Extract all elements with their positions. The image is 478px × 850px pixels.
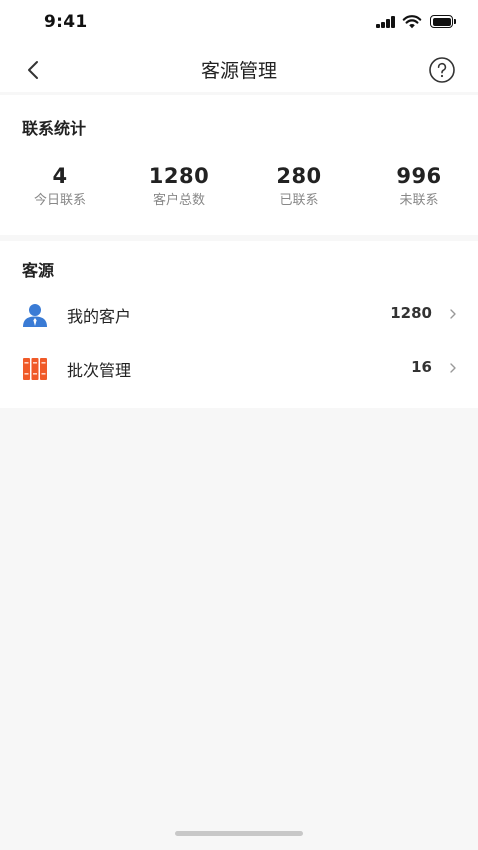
stat-value: 280	[276, 164, 322, 188]
contact-stats-card: 联系统计 4 今日联系 1280 客户总数 280 已联系 996 未联系	[0, 95, 478, 235]
stat-total-customers[interactable]: 1280 客户总数	[119, 161, 239, 211]
stat-label: 客户总数	[152, 193, 205, 208]
binders-icon	[23, 358, 47, 380]
list-item-label: 我的客户	[67, 307, 132, 326]
home-indicator[interactable]	[175, 831, 303, 836]
help-button[interactable]	[428, 56, 456, 84]
person-icon	[23, 304, 47, 327]
stat-value: 996	[396, 164, 442, 188]
battery-icon	[430, 15, 456, 28]
list-item-my-customers[interactable]: 我的客户 1280	[0, 287, 478, 341]
customer-source-card: 客源 我的客户 1280 批次管理 16	[0, 241, 478, 408]
stats-row: 4 今日联系 1280 客户总数 280 已联系 996 未联系	[0, 161, 478, 221]
wifi-icon	[402, 15, 422, 29]
stat-label: 未联系	[399, 193, 439, 208]
status-bar: 9:41	[0, 0, 478, 46]
list-item-batch-management[interactable]: 批次管理 16	[0, 341, 478, 395]
stats-section-title: 联系统计	[22, 119, 87, 138]
list-item-count: 1280	[390, 304, 432, 322]
list-item-label: 批次管理	[67, 361, 132, 380]
stat-today-contacted[interactable]: 4 今日联系	[0, 161, 120, 211]
app-screen: 9:41 客源管理 联系统计 4 今日联系 1280 客户总数 280 已联系 …	[0, 0, 478, 850]
chevron-right-icon	[450, 363, 456, 373]
question-circle-icon	[429, 57, 455, 83]
chevron-right-icon	[450, 309, 456, 319]
stat-contacted[interactable]: 280 已联系	[239, 161, 359, 211]
list-item-count: 16	[411, 358, 432, 376]
stat-label: 今日联系	[33, 193, 86, 208]
page-title: 客源管理	[200, 60, 277, 82]
status-time: 9:41	[44, 12, 88, 32]
stat-not-contacted[interactable]: 996 未联系	[359, 161, 478, 211]
stat-value: 1280	[148, 164, 210, 188]
nav-bar: 客源管理	[0, 46, 478, 92]
cellular-signal-icon	[376, 16, 396, 28]
stat-label: 已联系	[279, 193, 319, 208]
stat-value: 4	[52, 164, 68, 188]
source-section-title: 客源	[22, 261, 55, 280]
